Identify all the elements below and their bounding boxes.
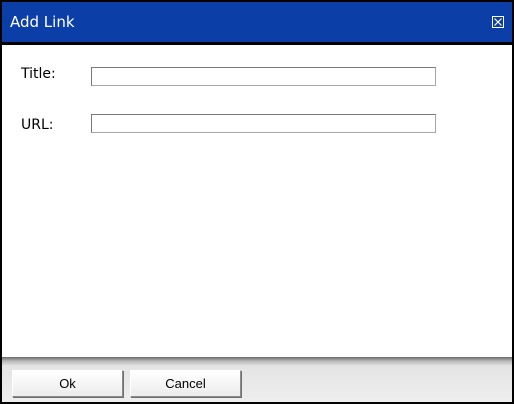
cancel-button[interactable]: Cancel	[130, 370, 241, 397]
dialog-titlebar[interactable]: Add Link	[2, 2, 512, 45]
ok-button[interactable]: Ok	[12, 370, 123, 397]
dialog-title: Add Link	[10, 13, 75, 31]
add-link-dialog: Add Link Title: URL: Ok Cancel	[0, 0, 514, 404]
url-input[interactable]	[91, 114, 436, 133]
url-label: URL:	[21, 117, 54, 133]
dialog-footer: Ok Cancel	[2, 357, 512, 402]
close-icon[interactable]	[492, 16, 504, 28]
title-input[interactable]	[91, 67, 436, 86]
title-label: Title:	[21, 66, 56, 82]
